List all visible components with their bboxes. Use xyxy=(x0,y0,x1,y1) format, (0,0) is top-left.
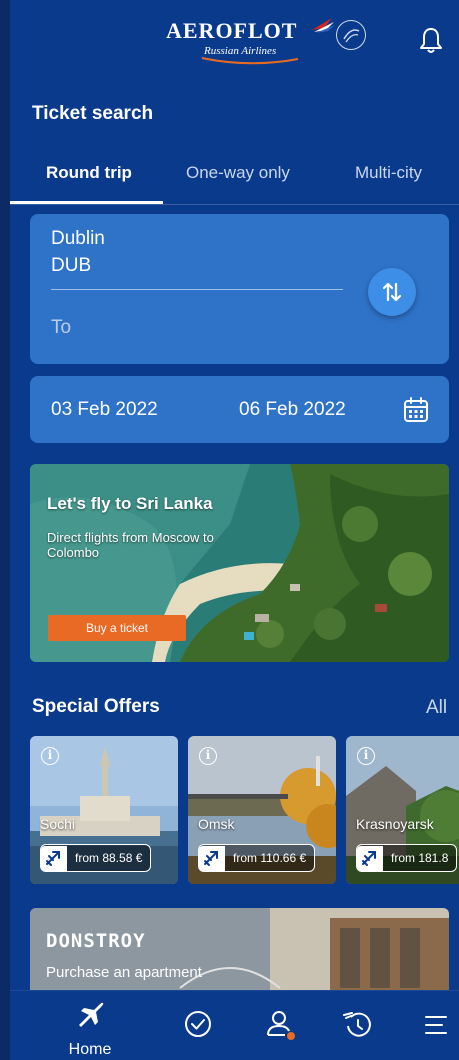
ticket-search-title: Ticket search xyxy=(32,103,154,124)
offer-city: Omsk xyxy=(198,816,235,832)
offer-card-omsk[interactable]: i Omsk from 110.66 € xyxy=(188,736,336,884)
offers-all-link[interactable]: All xyxy=(426,697,447,719)
offer-price: from 181.8 xyxy=(391,851,449,865)
promo-banner-sri-lanka[interactable]: Let's fly to Sri Lanka Direct flights fr… xyxy=(30,464,449,662)
plane-icon xyxy=(199,845,225,871)
plane-icon xyxy=(79,1002,104,1027)
offer-price: from 110.66 € xyxy=(233,851,307,865)
offer-city: Krasnoyarsk xyxy=(356,816,434,832)
trip-type-tabs: Round trip One-way only Multi-city xyxy=(10,150,459,205)
swap-arrows-icon xyxy=(382,282,402,302)
origin-city[interactable]: Dublin xyxy=(51,228,105,250)
bell-icon[interactable] xyxy=(418,26,444,54)
plane-icon xyxy=(357,845,383,871)
bottom-navigation: Home xyxy=(10,990,459,1060)
offer-price-badge[interactable]: from 88.58 € xyxy=(40,844,152,872)
special-offers-title: Special Offers xyxy=(32,696,160,717)
info-icon[interactable]: i xyxy=(199,747,217,765)
logo-wings-icon xyxy=(312,18,335,33)
nav-home-label: Home xyxy=(68,1041,112,1058)
route-card: Dublin DUB To xyxy=(30,214,449,364)
swap-route-button[interactable] xyxy=(368,268,416,316)
info-icon[interactable]: i xyxy=(41,747,59,765)
banner-title: Let's fly to Sri Lanka xyxy=(47,494,213,513)
plane-icon xyxy=(41,845,67,871)
menu-icon[interactable] xyxy=(422,1011,450,1039)
promo-title: DONSTROY xyxy=(46,930,146,952)
info-icon[interactable]: i xyxy=(357,747,375,765)
origin-code[interactable]: DUB xyxy=(51,255,91,277)
aeroflot-logo: AEROFLOT Russian Airlines xyxy=(160,12,370,68)
skyteam-icon xyxy=(336,20,366,50)
departure-date[interactable]: 03 Feb 2022 xyxy=(51,399,158,421)
tab-multi-city[interactable]: Multi-city xyxy=(355,163,422,183)
history-icon[interactable] xyxy=(342,1009,374,1039)
promo-banner-donstroy[interactable]: DONSTROY Purchase an apartment xyxy=(30,908,449,998)
destination-field[interactable]: To xyxy=(51,317,71,339)
dates-card[interactable]: 03 Feb 2022 06 Feb 2022 xyxy=(30,376,449,443)
return-date[interactable]: 06 Feb 2022 xyxy=(239,399,346,421)
brand-name: AEROFLOT xyxy=(166,18,298,43)
offer-card-sochi[interactable]: i Sochi from 88.58 € xyxy=(30,736,178,884)
tab-one-way[interactable]: One-way only xyxy=(186,163,290,183)
building-image xyxy=(30,908,449,998)
route-divider xyxy=(51,289,343,290)
offer-city: Sochi xyxy=(40,816,76,832)
app-header: AEROFLOT Russian Airlines xyxy=(10,0,459,80)
offer-card-krasnoyarsk[interactable]: i Krasnoyarsk from 181.8 xyxy=(346,736,459,884)
check-circle-icon[interactable] xyxy=(183,1009,213,1039)
active-tab-indicator xyxy=(10,201,163,204)
profile-icon[interactable] xyxy=(265,1009,297,1041)
calendar-icon[interactable] xyxy=(402,396,430,424)
banner-subtitle: Direct flights from Moscow to Colombo xyxy=(47,530,214,560)
buy-ticket-button[interactable]: Buy a ticket xyxy=(48,615,186,641)
offer-price-badge[interactable]: from 110.66 € xyxy=(198,844,316,872)
offer-price-badge[interactable]: from 181.8 xyxy=(356,844,458,872)
app-screen: AEROFLOT Russian Airlines Ticket search … xyxy=(0,0,459,1060)
tab-round-trip[interactable]: Round trip xyxy=(46,163,132,183)
promo-subtitle: Purchase an apartment xyxy=(46,964,202,981)
logo-swoosh-icon xyxy=(201,57,299,65)
offer-price: from 88.58 € xyxy=(75,851,143,865)
